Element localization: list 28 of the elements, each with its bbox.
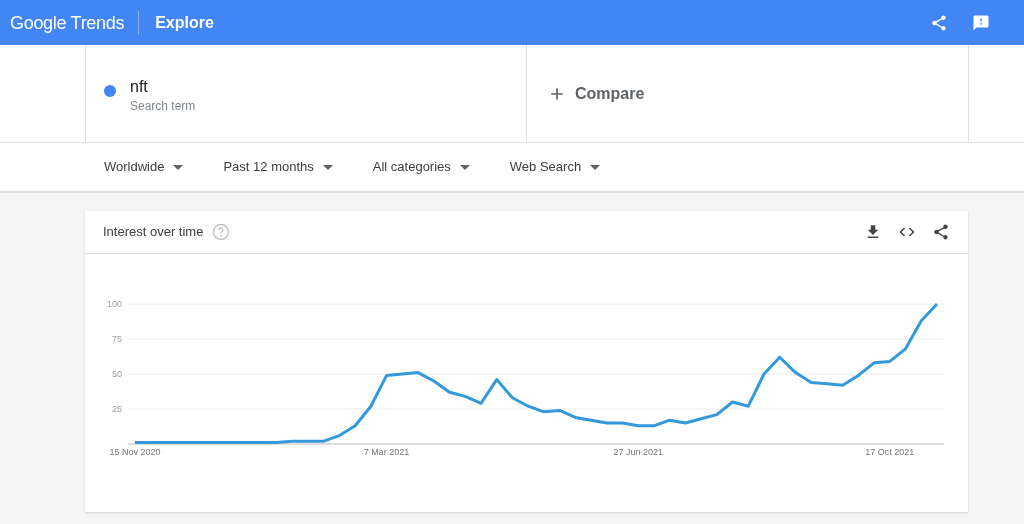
feedback-icon bbox=[972, 13, 990, 32]
caret-icon bbox=[173, 164, 184, 170]
share-icon bbox=[930, 13, 948, 32]
caret-icon bbox=[459, 164, 470, 170]
y-tick-label: 100 bbox=[106, 299, 122, 309]
x-tick-label: 15 Nov 2020 bbox=[109, 447, 161, 457]
term-subtitle: Search term bbox=[130, 98, 196, 115]
filter-dropdown[interactable]: Worldwide bbox=[104, 157, 184, 177]
x-tick-label: 27 Jun 2021 bbox=[613, 447, 663, 457]
caret-icon bbox=[590, 164, 601, 170]
logo: Google Trends bbox=[0, 10, 140, 35]
filter-dropdown[interactable]: All categories bbox=[372, 157, 470, 177]
y-tick-label: 50 bbox=[112, 369, 122, 379]
share-icon bbox=[932, 223, 950, 241]
share-button[interactable] bbox=[932, 223, 950, 241]
y-tick-label: 75 bbox=[112, 334, 122, 344]
caret-icon bbox=[322, 164, 333, 170]
x-tick-label: 7 Mar 2021 bbox=[363, 447, 410, 457]
help-icon bbox=[211, 222, 232, 242]
y-tick-label: 25 bbox=[112, 404, 122, 414]
compare-button[interactable]: Compare bbox=[575, 81, 645, 106]
feedback-button[interactable] bbox=[972, 13, 990, 32]
filter-dropdown[interactable]: Past 12 months bbox=[223, 157, 333, 177]
search-term[interactable]: nft bbox=[130, 77, 196, 97]
filter-dropdown[interactable]: Web Search bbox=[509, 157, 601, 177]
x-tick-label: 17 Oct 2021 bbox=[865, 447, 915, 457]
page-title: Explore bbox=[154, 12, 214, 33]
card-title: Interest over time bbox=[103, 223, 204, 242]
